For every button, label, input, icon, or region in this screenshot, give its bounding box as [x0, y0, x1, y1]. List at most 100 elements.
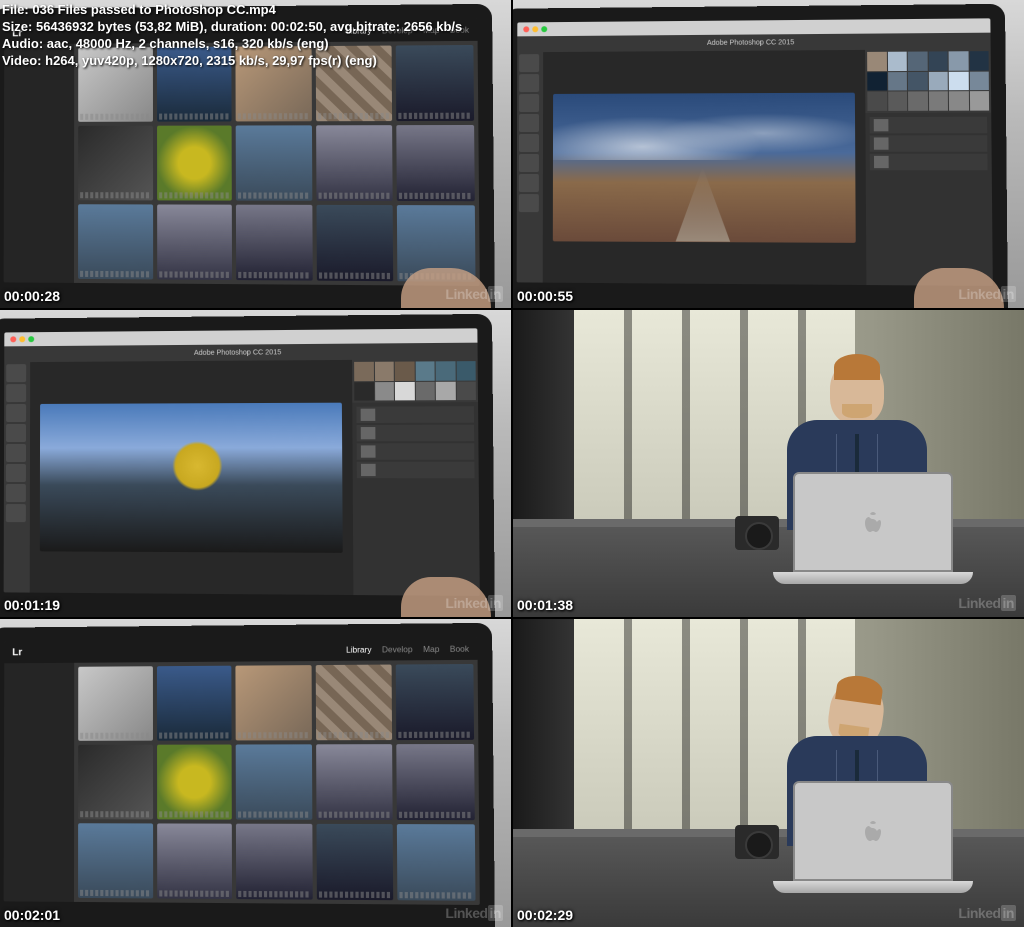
photo-thumb[interactable] — [157, 126, 232, 201]
minimize-icon[interactable] — [532, 26, 538, 32]
file-label: File: — [2, 2, 29, 17]
swatch[interactable] — [949, 91, 969, 110]
lightroom-sidebar — [4, 44, 75, 283]
swatch[interactable] — [456, 361, 476, 380]
file-name: 036 Files passed to Photoshop CC.mp4 — [32, 2, 275, 17]
tab-map[interactable]: Map — [423, 645, 439, 654]
tab-library[interactable]: Library — [346, 645, 371, 654]
tool-button[interactable] — [519, 74, 539, 92]
frame-5: Lr Library Develop Map Book — [0, 619, 511, 927]
tool-button[interactable] — [6, 404, 26, 422]
photo-thumb[interactable] — [78, 126, 153, 201]
instructor-scene — [513, 619, 1024, 927]
photo-thumb[interactable] — [316, 125, 393, 201]
swatch[interactable] — [354, 361, 373, 380]
swatch[interactable] — [395, 361, 414, 380]
maximize-icon[interactable] — [541, 26, 547, 32]
photo-thumb[interactable] — [316, 744, 393, 820]
photo-thumb[interactable] — [396, 664, 474, 740]
photo-thumb[interactable] — [157, 824, 233, 900]
swatch[interactable] — [436, 361, 456, 380]
tool-button[interactable] — [6, 424, 26, 442]
layer-item[interactable] — [870, 153, 988, 169]
swatch[interactable] — [374, 361, 393, 380]
swatch[interactable] — [969, 51, 989, 70]
photo-thumb[interactable] — [78, 824, 153, 899]
swatch[interactable] — [888, 72, 907, 91]
tool-button[interactable] — [519, 94, 539, 112]
photo-thumb[interactable] — [236, 125, 312, 200]
photo-thumb[interactable] — [157, 666, 232, 741]
swatch[interactable] — [867, 72, 886, 91]
swatch[interactable] — [415, 381, 435, 400]
tool-button[interactable] — [6, 484, 26, 502]
swatch[interactable] — [928, 51, 948, 70]
watermark: Linkedin — [958, 905, 1016, 921]
maximize-icon[interactable] — [28, 336, 34, 342]
photo-thumb[interactable] — [157, 204, 233, 280]
layer-item[interactable] — [357, 424, 475, 441]
tool-button[interactable] — [519, 114, 539, 132]
photo-thumb[interactable] — [316, 824, 393, 900]
swatch[interactable] — [887, 52, 906, 71]
photo-thumb[interactable] — [78, 204, 153, 279]
photo-thumb[interactable] — [316, 665, 393, 741]
swatch[interactable] — [867, 92, 886, 111]
swatch[interactable] — [867, 52, 886, 71]
swatch[interactable] — [969, 71, 989, 90]
swatch[interactable] — [969, 91, 989, 110]
photo-thumb[interactable] — [236, 745, 312, 820]
tool-button[interactable] — [519, 174, 539, 192]
tool-button[interactable] — [6, 504, 26, 522]
swatch[interactable] — [928, 71, 948, 90]
swatch[interactable] — [908, 71, 927, 90]
tool-button[interactable] — [519, 134, 539, 152]
photo-thumb[interactable] — [236, 824, 312, 900]
photo-thumb[interactable] — [78, 745, 153, 820]
tool-button[interactable] — [6, 384, 26, 402]
swatch[interactable] — [908, 52, 927, 71]
close-icon[interactable] — [523, 26, 529, 32]
photo-thumb[interactable] — [397, 744, 475, 820]
layer-item[interactable] — [870, 116, 988, 133]
photo-thumb[interactable] — [397, 824, 475, 901]
lightroom-thumbnails — [74, 660, 480, 905]
swatch[interactable] — [949, 71, 969, 90]
tab-develop[interactable]: Develop — [382, 645, 413, 654]
layer-item[interactable] — [357, 443, 475, 460]
tool-button[interactable] — [519, 194, 539, 212]
photoshop-canvas[interactable] — [543, 50, 867, 285]
photo-thumb[interactable] — [78, 667, 152, 742]
layer-item[interactable] — [356, 406, 474, 423]
photo-thumb[interactable] — [397, 125, 475, 201]
photoshop-canvas[interactable] — [30, 360, 354, 595]
photo-thumb[interactable] — [157, 745, 232, 820]
tool-button[interactable] — [6, 444, 26, 462]
swatch[interactable] — [456, 381, 476, 400]
photo-thumb[interactable] — [316, 205, 393, 281]
swatch[interactable] — [928, 91, 948, 110]
close-icon[interactable] — [10, 336, 16, 342]
watermark: Linkedin — [445, 905, 503, 921]
tool-button[interactable] — [519, 54, 539, 72]
minimize-icon[interactable] — [19, 336, 25, 342]
swatch[interactable] — [888, 91, 907, 110]
tool-button[interactable] — [6, 364, 26, 382]
photo-thumb[interactable] — [236, 205, 312, 281]
layer-item[interactable] — [357, 461, 475, 477]
swatch[interactable] — [395, 381, 414, 400]
swatch[interactable] — [354, 381, 373, 400]
photo-thumb[interactable] — [236, 665, 312, 740]
layer-item[interactable] — [870, 135, 988, 152]
swatch[interactable] — [436, 381, 456, 400]
tool-button[interactable] — [6, 464, 26, 482]
tab-book[interactable]: Book — [450, 644, 469, 653]
lightroom-sidebar — [4, 663, 75, 902]
swatch[interactable] — [949, 51, 969, 70]
file-metadata: File: 036 Files passed to Photoshop CC.m… — [0, 0, 464, 72]
apple-logo-icon — [861, 510, 885, 534]
swatch[interactable] — [375, 381, 394, 400]
tool-button[interactable] — [519, 154, 539, 172]
swatch[interactable] — [908, 91, 928, 110]
swatch[interactable] — [415, 361, 435, 380]
